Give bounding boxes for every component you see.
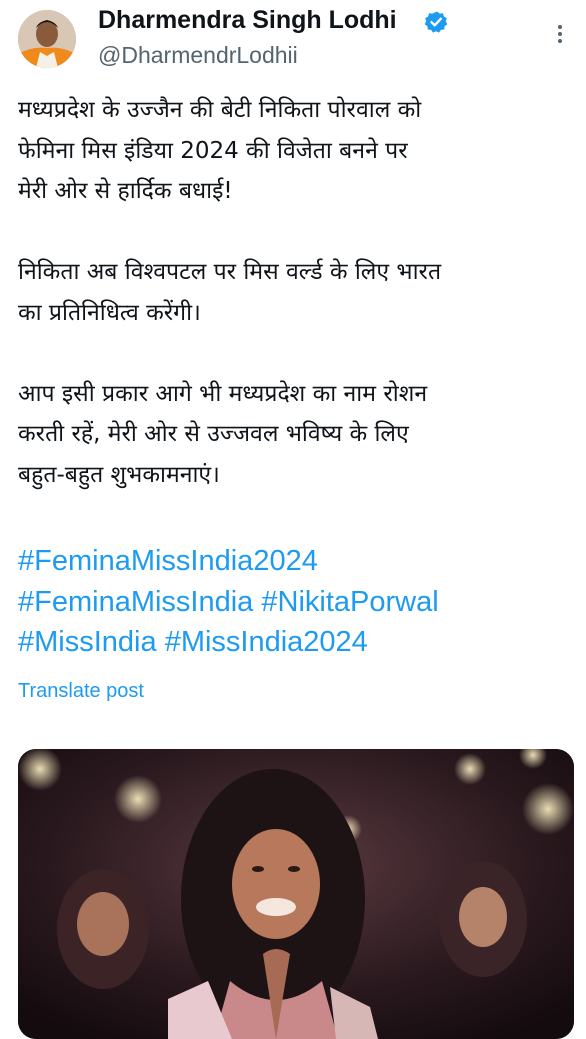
post-line: फेमिना मिस इंडिया 2024 की विजेता बनने पर (18, 137, 408, 164)
hashtag-link[interactable]: #MissIndia (18, 626, 157, 658)
post-line: मध्यप्रदेश के उज्जैन की बेटी निकिता पोरव… (18, 97, 422, 123)
author-handle[interactable]: @DharmendrLodhii (98, 42, 298, 69)
hashtag-link[interactable]: #FeminaMissIndia2024 (18, 545, 318, 577)
author-display-name[interactable]: Dharmendra Singh Lodhi (98, 6, 397, 35)
hashtag-link[interactable]: #FeminaMissIndia (18, 586, 253, 618)
post-line: आप इसी प्रकार आगे भी मध्यप्रदेश का नाम र… (18, 380, 428, 407)
hashtags: #FeminaMissIndia2024 #FeminaMissIndia #N… (18, 541, 578, 663)
more-options-icon[interactable] (552, 22, 568, 46)
post-image[interactable] (18, 749, 574, 1039)
post-line: का प्रतिनिधित्व करेंगी। (18, 299, 201, 326)
post-text: मध्यप्रदेश के उज्जैन की बेटी निकिता पोरव… (18, 90, 573, 495)
post-line: मेरी ओर से हार्दिक बधाई! (18, 178, 233, 204)
avatar[interactable] (18, 10, 76, 68)
post-line: बहुत-बहुत शुभकामनाएं। (18, 461, 220, 488)
post-header: Dharmendra Singh Lodhi @DharmendrLodhii (0, 0, 586, 82)
post-line: निकिता अब विश्वपटल पर मिस वर्ल्ड के लिए … (18, 259, 442, 285)
hashtag-link[interactable]: #MissIndia2024 (165, 626, 368, 658)
post-line: करती रहें, मेरी ओर से उज्जवल भविष्य के ल… (18, 421, 409, 447)
hashtag-link[interactable]: #NikitaPorwal (261, 586, 438, 618)
verified-badge-icon (424, 10, 448, 34)
translate-post-link[interactable]: Translate post (18, 680, 144, 703)
